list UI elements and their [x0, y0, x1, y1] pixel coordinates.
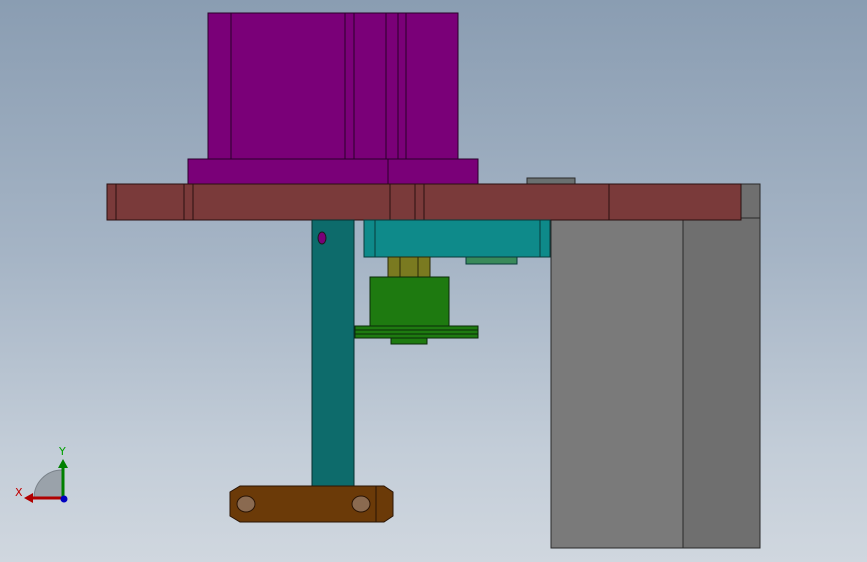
- x-axis-label: X: [15, 486, 23, 499]
- shaft-coupling[interactable]: [387, 256, 431, 278]
- y-axis-label: Y: [58, 445, 66, 458]
- cad-viewport[interactable]: [0, 0, 867, 562]
- motor-body[interactable]: [187, 12, 479, 186]
- z-axis-dot-icon: [60, 495, 68, 503]
- triad-quarter-disc: [33, 469, 63, 499]
- coordinate-triad: Y X: [15, 445, 68, 503]
- vertical-shaft[interactable]: [311, 219, 355, 489]
- drive-pulley[interactable]: [354, 276, 479, 345]
- link-arm[interactable]: [229, 485, 394, 523]
- side-housing-block[interactable]: [550, 183, 761, 549]
- base-plate[interactable]: [106, 183, 742, 221]
